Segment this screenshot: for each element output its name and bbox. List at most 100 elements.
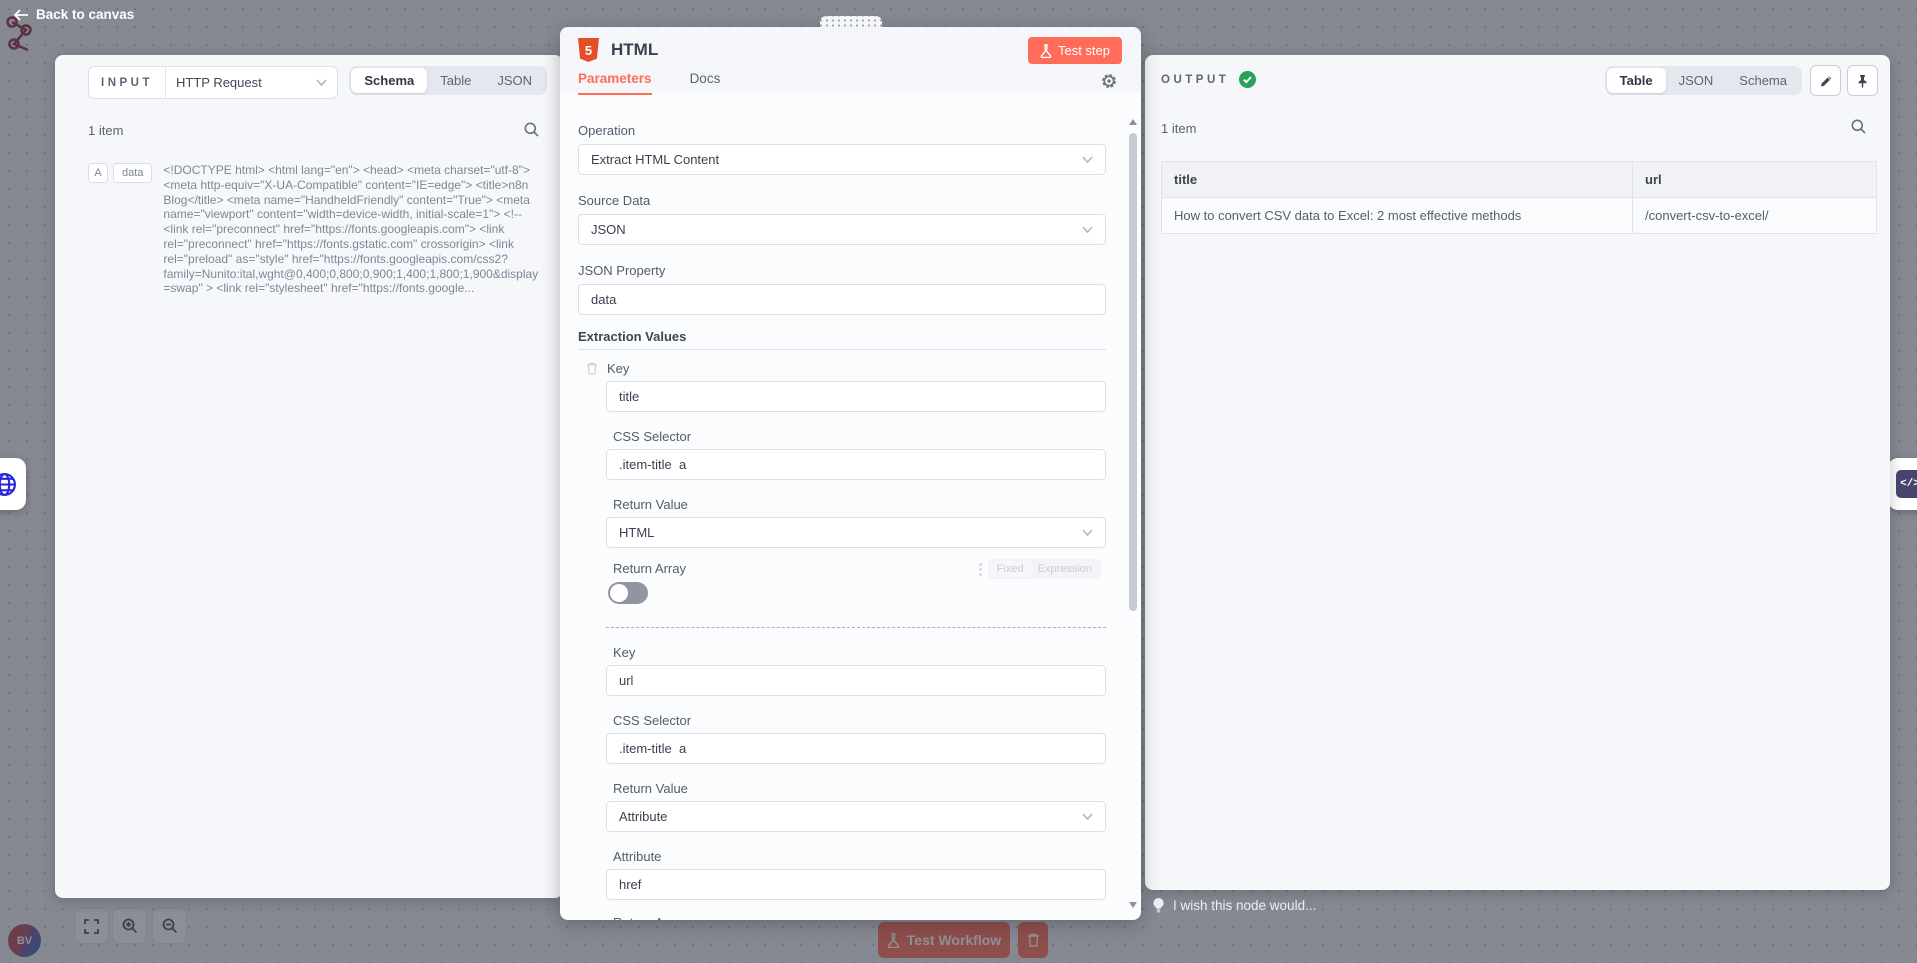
parameters-body: Operation Extract HTML Content Source Da… (560, 93, 1141, 920)
chevron-down-icon (1082, 813, 1093, 820)
output-view-tabs: Table JSON Schema (1605, 66, 1802, 95)
json-property-value: data (591, 292, 616, 307)
return-value-label: Return Value (613, 497, 688, 512)
css-selector-label: CSS Selector (613, 713, 691, 728)
cell-url: /convert-csv-to-excel/ (1633, 198, 1876, 233)
code-brackets-icon: </> (1896, 470, 1917, 498)
css-selector-value: .item-title a (619, 457, 686, 472)
output-header: OUTPUT (1161, 71, 1256, 88)
return-array-label: Return Array (613, 915, 686, 920)
tab-schema[interactable]: Schema (351, 68, 427, 93)
source-data-select[interactable]: JSON (578, 214, 1106, 245)
field-value-text: <!DOCTYPE html> <html lang="en"> <head> … (163, 163, 543, 296)
operation-select[interactable]: Extract HTML Content (578, 144, 1106, 175)
return-value-value: HTML (619, 525, 654, 540)
output-item-count: 1 item (1161, 121, 1196, 136)
html5-icon: 5 (578, 38, 599, 62)
attribute-label: Attribute (613, 849, 661, 864)
divider (606, 627, 1106, 628)
key-label: Key (607, 361, 629, 376)
column-header-title[interactable]: title (1162, 162, 1633, 197)
output-panel-title: OUTPUT (1161, 74, 1229, 86)
scrollbar[interactable] (1127, 93, 1139, 920)
return-value-select[interactable]: Attribute (606, 801, 1106, 832)
source-data-label: Source Data (578, 193, 650, 208)
node-feedback-link[interactable]: I wish this node would... (1152, 897, 1316, 913)
attribute-input[interactable]: href (606, 869, 1106, 900)
key-value: title (619, 389, 639, 404)
key-input[interactable]: url (606, 665, 1106, 696)
input-source-value: HTTP Request (166, 75, 316, 90)
modal-tabs: Parameters Docs (578, 71, 720, 95)
back-to-canvas-label: Back to canvas (36, 7, 134, 22)
scroll-up-arrow[interactable] (1129, 119, 1137, 125)
edit-output-button[interactable] (1810, 65, 1841, 96)
arrow-left-icon (14, 9, 28, 21)
extraction-values-heading: Extraction Values (578, 329, 686, 344)
input-node-http-request[interactable] (0, 458, 26, 510)
return-value-select[interactable]: HTML (606, 517, 1106, 548)
parameter-options: Fixed Expression (979, 559, 1101, 579)
cell-title: How to convert CSV data to Excel: 2 most… (1162, 198, 1633, 233)
tab-docs[interactable]: Docs (690, 71, 721, 95)
css-selector-label: CSS Selector (613, 429, 691, 444)
tab-json[interactable]: JSON (1666, 68, 1727, 93)
output-table: title url How to convert CSV data to Exc… (1161, 161, 1877, 234)
css-selector-value: .item-title a (619, 741, 686, 756)
input-source-control[interactable]: INPUT HTTP Request (88, 66, 338, 99)
node-title[interactable]: HTML (611, 40, 658, 60)
key-label: Key (613, 645, 635, 660)
node-feedback-label: I wish this node would... (1173, 898, 1316, 913)
scroll-down-arrow[interactable] (1129, 902, 1137, 908)
options-dots-icon[interactable] (979, 563, 982, 576)
search-icon[interactable] (1851, 119, 1866, 134)
input-view-tabs: Schema Table JSON (349, 66, 547, 95)
tab-json[interactable]: JSON (484, 68, 545, 93)
source-data-value: JSON (591, 222, 626, 237)
json-property-label: JSON Property (578, 263, 665, 278)
table-header-row: title url (1162, 162, 1876, 197)
return-array-toggle[interactable] (608, 582, 648, 604)
option-fixed[interactable]: Fixed (990, 561, 1031, 577)
return-value-value: Attribute (619, 809, 667, 824)
chevron-down-icon (316, 79, 327, 86)
input-panel-title: INPUT (89, 77, 165, 89)
globe-icon (0, 472, 17, 497)
chevron-down-icon (1082, 226, 1093, 233)
tab-parameters[interactable]: Parameters (578, 71, 652, 95)
attribute-value: href (619, 877, 641, 892)
scrollbar-thumb[interactable] (1129, 133, 1137, 611)
input-panel: INPUT HTTP Request Schema Table JSON 1 i… (55, 55, 563, 898)
pin-data-button[interactable] (1847, 65, 1878, 96)
pencil-icon (1819, 74, 1833, 88)
schema-row: A data <!DOCTYPE html> <html lang="en"> … (88, 163, 543, 296)
back-to-canvas-link[interactable]: Back to canvas (14, 7, 134, 22)
operation-value: Extract HTML Content (591, 152, 719, 167)
json-property-input[interactable]: data (578, 284, 1106, 315)
output-node-html[interactable]: </> (1888, 458, 1917, 510)
toggle-knob (610, 584, 628, 602)
tab-table[interactable]: Table (1607, 68, 1666, 93)
input-item-count: 1 item (88, 123, 123, 138)
field-name-badge[interactable]: data (113, 163, 152, 183)
option-expression[interactable]: Expression (1031, 561, 1099, 577)
column-header-url[interactable]: url (1633, 162, 1876, 197)
css-selector-input[interactable]: .item-title a (606, 733, 1106, 764)
chevron-down-icon (1082, 529, 1093, 536)
success-check-icon (1239, 71, 1256, 88)
table-row[interactable]: How to convert CSV data to Excel: 2 most… (1162, 197, 1876, 233)
divider (578, 349, 1106, 350)
test-step-button[interactable]: Test step (1028, 37, 1122, 64)
type-badge: A (88, 163, 108, 183)
fixed-expression-toggle[interactable]: Fixed Expression (988, 559, 1101, 579)
search-icon[interactable] (524, 122, 539, 137)
node-settings-gear-icon[interactable] (1101, 73, 1117, 89)
thumbtack-icon (1856, 74, 1869, 88)
tab-table[interactable]: Table (427, 68, 484, 93)
trash-icon[interactable] (586, 362, 598, 375)
key-input[interactable]: title (606, 381, 1106, 412)
return-value-label: Return Value (613, 781, 688, 796)
tab-schema[interactable]: Schema (1726, 68, 1800, 93)
output-panel: OUTPUT Table JSON Schema 1 item title ur… (1145, 55, 1890, 890)
css-selector-input[interactable]: .item-title a (606, 449, 1106, 480)
